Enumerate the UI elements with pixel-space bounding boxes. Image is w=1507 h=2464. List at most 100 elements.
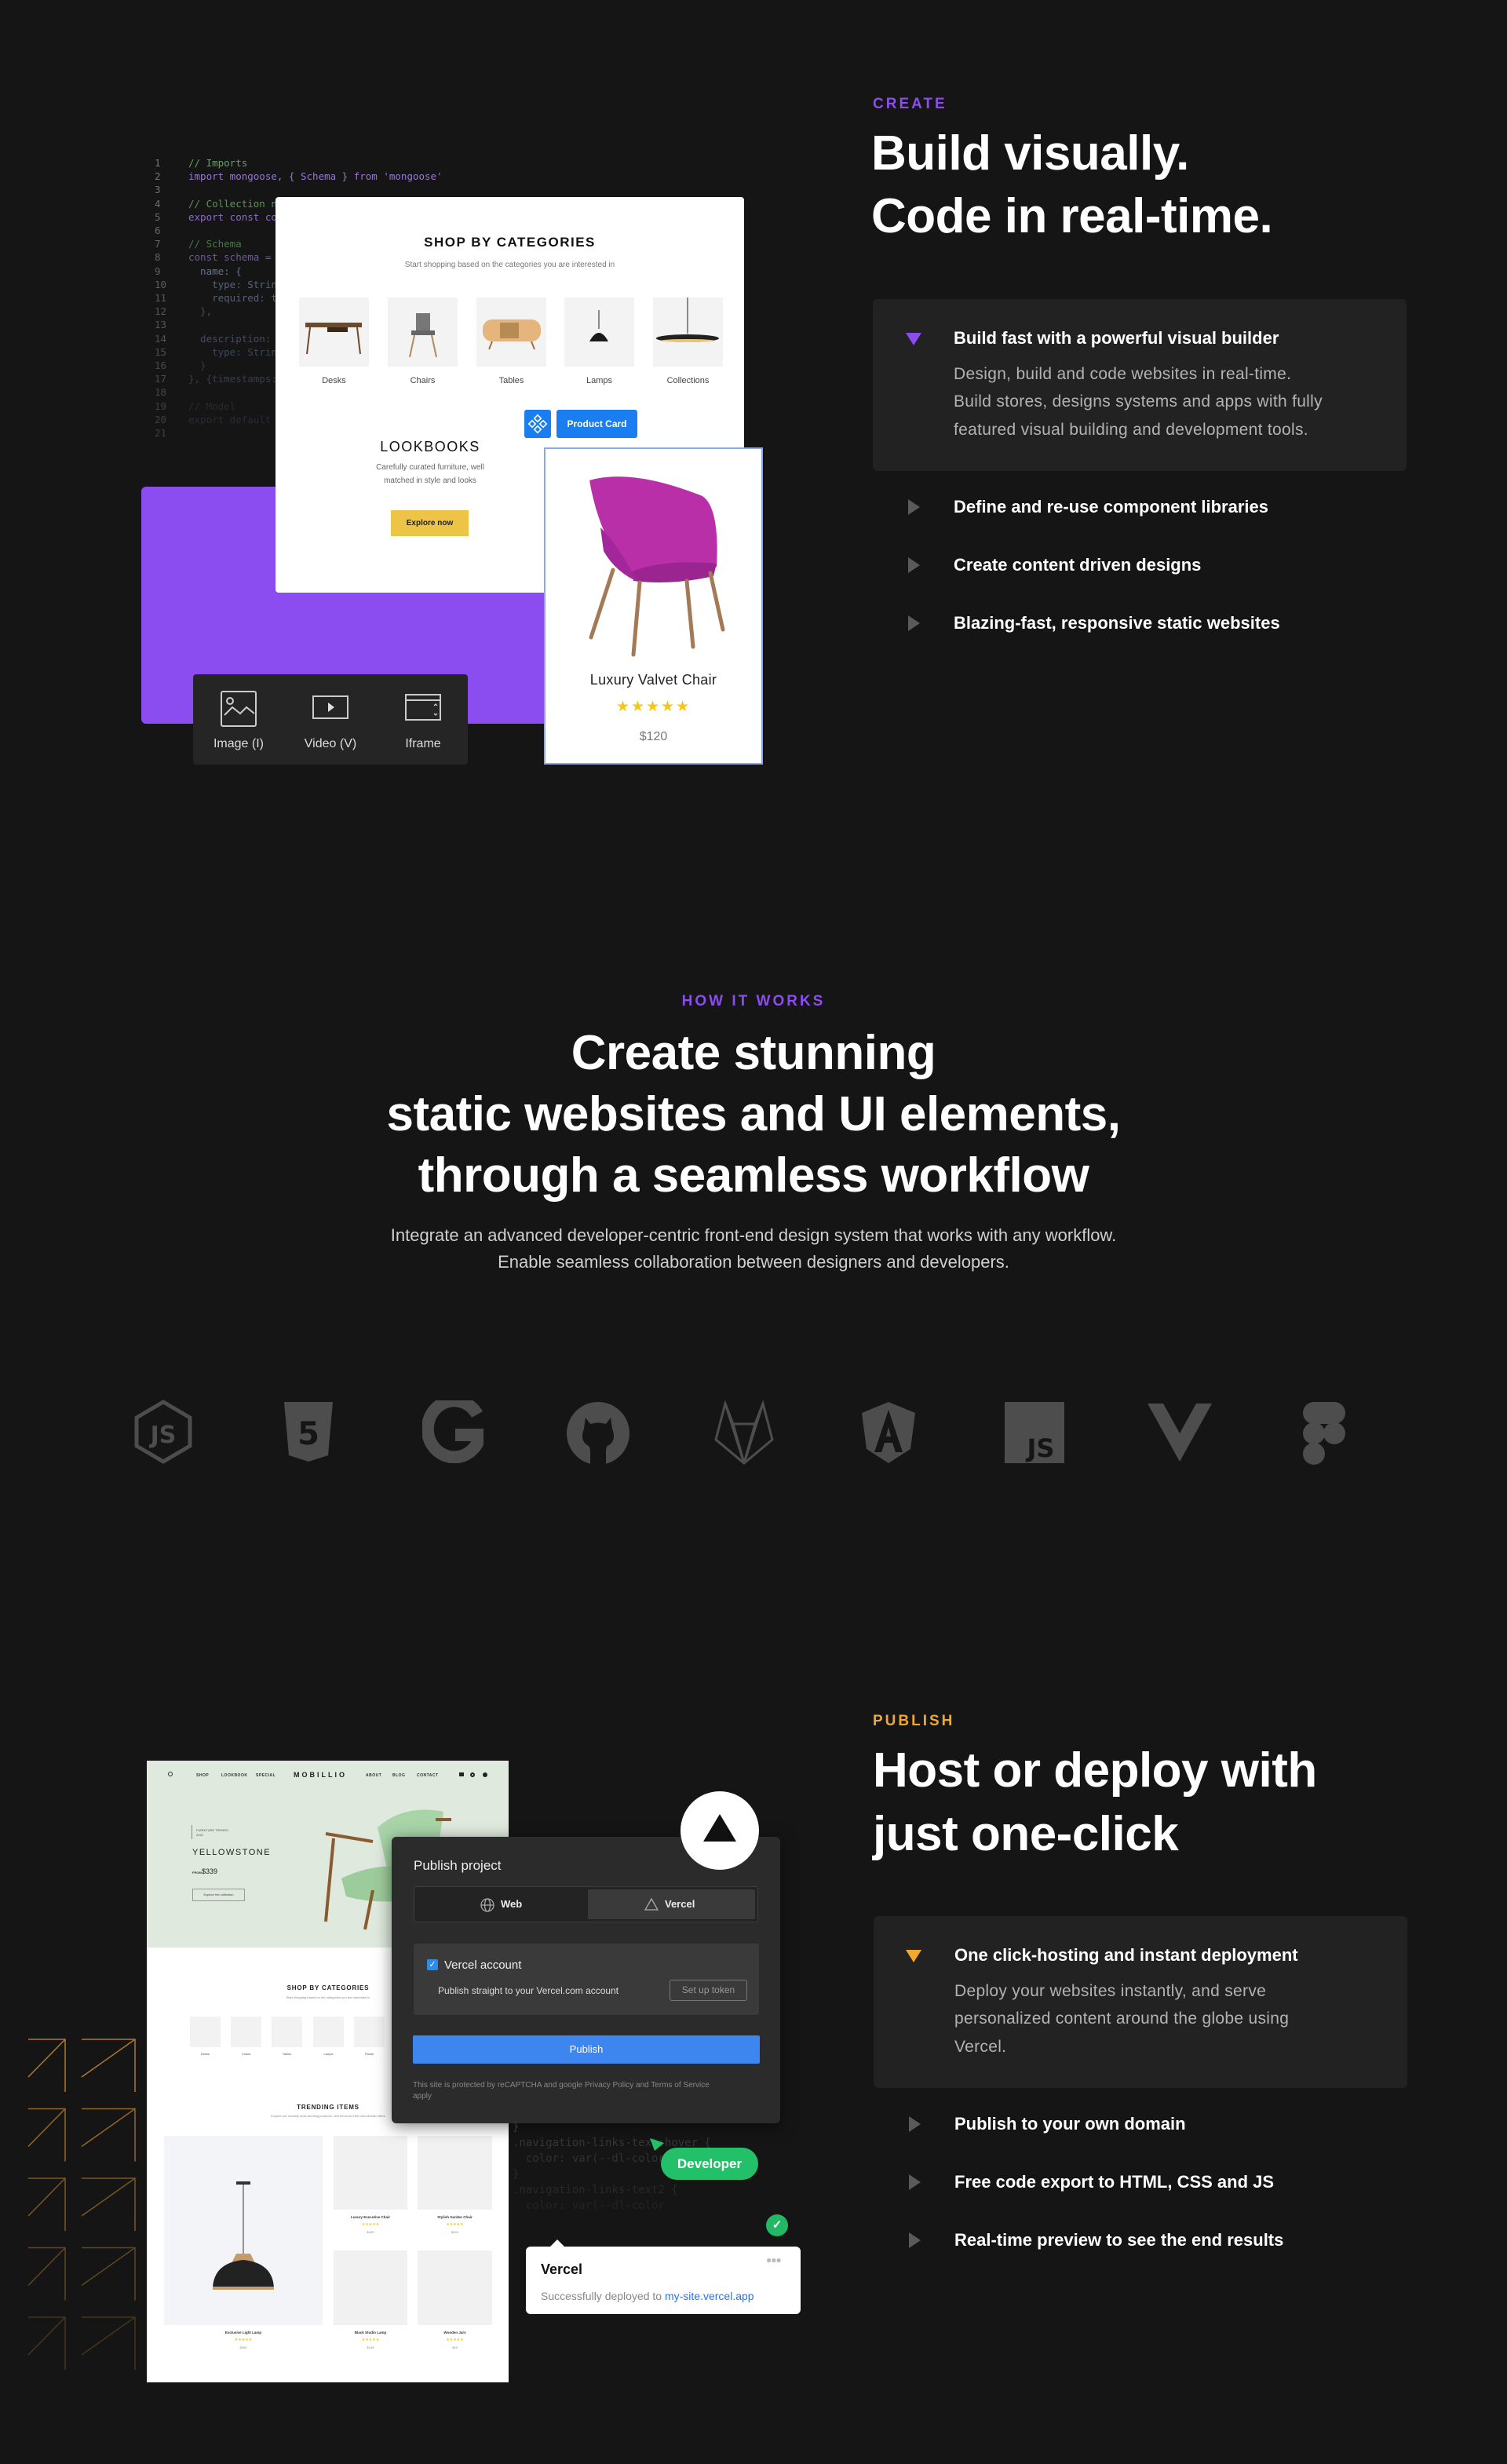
- accordion-desc: featured visual building and development…: [954, 421, 1308, 439]
- tab-web[interactable]: Web: [414, 1887, 587, 1922]
- triangle-right-icon: [908, 499, 920, 515]
- nav-link[interactable]: ABOUT: [366, 1773, 381, 1778]
- user-icon[interactable]: [483, 1772, 487, 1777]
- triangle-right-icon: [908, 615, 920, 631]
- arrow-up-right-icon: [27, 2177, 66, 2231]
- search-icon[interactable]: [168, 1772, 173, 1776]
- create-accordion-active[interactable]: Build fast with a powerful visual builde…: [873, 299, 1407, 471]
- publish-accordion-item[interactable]: Free code export to HTML, CSS and JS: [874, 2168, 1407, 2196]
- product-tile-stars: ★★★★★: [361, 2222, 380, 2227]
- vercel-triangle-icon: [644, 1898, 659, 1911]
- set-up-token-button[interactable]: Set up token: [670, 1980, 747, 2001]
- product-card-component-label[interactable]: Product Card: [556, 410, 637, 438]
- code-line-number: 11: [155, 292, 167, 304]
- product-tile-stars: ★★★★★: [446, 2222, 464, 2227]
- google-icon: [422, 1400, 483, 1463]
- product-tile[interactable]: [334, 2136, 407, 2210]
- arrow-up-right-icon: [27, 2108, 66, 2162]
- video-icon[interactable]: [312, 695, 349, 721]
- tab-vercel-label: Vercel: [665, 1898, 695, 1910]
- publish-button[interactable]: Publish: [413, 2035, 760, 2064]
- nav-link[interactable]: BLOG: [392, 1773, 405, 1778]
- code-line-number: 2: [155, 170, 161, 183]
- vercel-account-checkbox[interactable]: ✓: [427, 1959, 438, 1970]
- code-line: name: {: [188, 265, 242, 277]
- create-accordion-item[interactable]: Create content driven designs: [873, 551, 1407, 579]
- site-category-label: Desks: [200, 2052, 210, 2056]
- publish-accordion-item[interactable]: Real-time preview to see the end results: [874, 2226, 1407, 2254]
- publish-accordion-item[interactable]: Publish to your own domain: [874, 2110, 1407, 2138]
- lookbooks-desc: matched in style and looks: [384, 476, 476, 485]
- accordion-item-label: Define and re-use component libraries: [954, 497, 1268, 517]
- site-category-label: Tables: [282, 2052, 292, 2056]
- javascript-icon: JS: [1005, 1402, 1064, 1463]
- category-label: Collections: [666, 376, 710, 385]
- site-category-thumb[interactable]: [231, 2017, 261, 2047]
- category-image-chairs[interactable]: [388, 298, 458, 367]
- iframe-icon[interactable]: [404, 693, 442, 721]
- shop-title: SHOP BY CATEGORIES: [424, 235, 596, 250]
- site-category-thumb[interactable]: [272, 2017, 302, 2047]
- accordion-item-label: Blazing-fast, responsive static websites: [954, 613, 1280, 633]
- code-line: // Schema: [188, 238, 242, 250]
- accordion-item-label: Free code export to HTML, CSS and JS: [954, 2172, 1275, 2192]
- category-image-collections[interactable]: [653, 298, 723, 367]
- nav-link[interactable]: LOOKBOOK: [221, 1773, 247, 1778]
- product-tile-lamp[interactable]: [164, 2136, 323, 2325]
- code-line-number: 7: [155, 238, 161, 250]
- product-tile-stars: ★★★★★: [234, 2338, 253, 2342]
- accordion-desc: personalized content around the globe us…: [954, 2010, 1290, 2028]
- more-dots-icon[interactable]: ●●●: [766, 2254, 782, 2265]
- code-line: export default: [188, 413, 272, 425]
- nav-link[interactable]: CONTACT: [417, 1773, 439, 1778]
- code-line-number: 10: [155, 278, 167, 290]
- publish-accordion-active[interactable]: One click-hosting and instant deployment…: [874, 1916, 1407, 2088]
- code-line-number: 4: [155, 197, 161, 210]
- code-line-number: 8: [155, 251, 161, 264]
- create-accordion-item[interactable]: Define and re-use component libraries: [873, 493, 1407, 521]
- create-heading-line1: Build visually.: [871, 126, 1189, 181]
- publish-dialog: Publish project Web Vercel ✓ Vercel acco…: [392, 1837, 780, 2123]
- accordion-item-label: Publish to your own domain: [954, 2114, 1186, 2134]
- code-line-number: 15: [155, 345, 167, 358]
- arrow-up-right-icon: [27, 2247, 66, 2301]
- product-card[interactable]: Luxury Valvet Chair ★★★★★ $120: [544, 447, 763, 765]
- toast-message: Successfully deployed to: [541, 2290, 665, 2302]
- vercel-logo-badge: [681, 1791, 759, 1870]
- code-line-number: 12: [155, 305, 167, 318]
- category-image-lamps[interactable]: [564, 298, 634, 367]
- component-icon: [527, 414, 548, 434]
- image-icon[interactable]: [220, 690, 257, 728]
- settings-icon[interactable]: [470, 1772, 475, 1777]
- explore-now-button[interactable]: Explore now: [391, 510, 469, 536]
- cart-icon[interactable]: [459, 1772, 464, 1776]
- site-category-thumb[interactable]: [190, 2017, 221, 2047]
- site-brand[interactable]: MOBILLIO: [294, 1771, 347, 1779]
- category-image-tables[interactable]: [476, 298, 546, 367]
- triangle-right-icon: [909, 2116, 921, 2132]
- site-category-thumb[interactable]: [354, 2017, 385, 2047]
- product-tile[interactable]: [334, 2250, 407, 2325]
- nav-link[interactable]: SHOP: [196, 1773, 209, 1778]
- vercel-account-title: Vercel account: [444, 1958, 522, 1972]
- hero-button[interactable]: Explore the collection: [192, 1889, 245, 1901]
- product-price: $120: [639, 730, 668, 743]
- code-line: // Model: [188, 400, 236, 412]
- product-tile[interactable]: [418, 2250, 492, 2325]
- accordion-desc: Design, build and code websites in real-…: [954, 365, 1292, 383]
- product-tile-name: Black Studio Lamp: [354, 2331, 387, 2334]
- nav-link[interactable]: SPECIAL: [256, 1773, 275, 1778]
- product-tile[interactable]: [418, 2136, 492, 2210]
- dialog-footnote: This site is protected by reCAPTCHA and …: [413, 2081, 710, 2090]
- site-category-thumb[interactable]: [313, 2017, 344, 2047]
- component-icon-button[interactable]: [524, 410, 551, 438]
- category-label: Lamps: [586, 376, 613, 385]
- category-image-desks[interactable]: [299, 298, 369, 367]
- create-accordion-item[interactable]: Blazing-fast, responsive static websites: [873, 609, 1407, 637]
- deployed-site-link[interactable]: my-site.vercel.app: [665, 2290, 754, 2302]
- tab-vercel[interactable]: Vercel: [588, 1889, 755, 1919]
- globe-icon: [480, 1898, 494, 1912]
- toast-pointer: [549, 2240, 565, 2247]
- code-line: required: t: [188, 292, 277, 304]
- developer-badge: Developer: [661, 2148, 758, 2180]
